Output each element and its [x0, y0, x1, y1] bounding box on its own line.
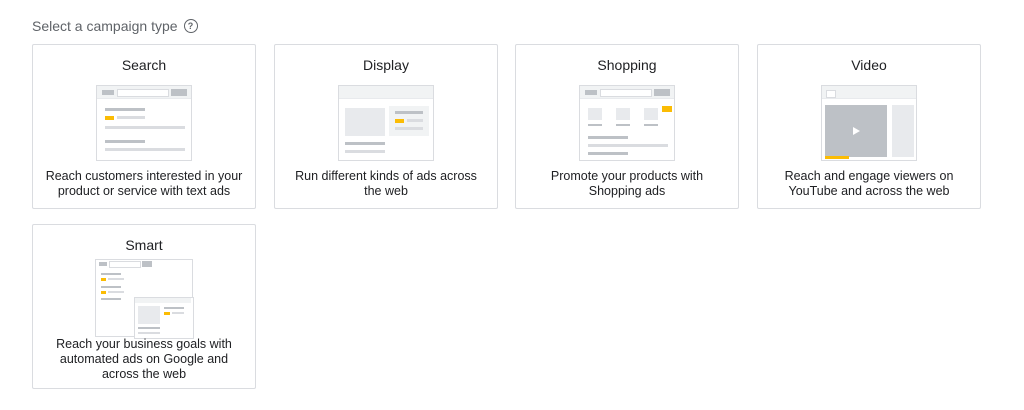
campaign-description: Reach and engage viewers on YouTube and … [784, 169, 954, 198]
campaign-card-search[interactable]: Search Reach customers interested in you… [32, 44, 256, 209]
campaign-title: Display [363, 57, 409, 73]
help-circle-icon[interactable]: ? [183, 19, 198, 33]
campaign-card-display[interactable]: Display Run different kinds of ads acros… [274, 44, 498, 209]
campaign-title: Smart [125, 237, 163, 253]
campaign-title: Search [121, 57, 167, 73]
campaign-description: Reach customers interested in your produ… [45, 169, 243, 198]
campaign-type-label: Select a campaign type [32, 18, 178, 34]
campaign-card-shopping[interactable]: Shopping Promote your products with Shop… [515, 44, 739, 209]
campaign-description: Promote your products with Shopping ads [550, 169, 704, 198]
campaign-title: Video [851, 57, 887, 73]
play-icon [853, 127, 860, 135]
campaign-card-smart[interactable]: Smart Reach your business goals with aut… [32, 224, 256, 389]
campaign-card-video[interactable]: Video Reach and engage viewers on YouTub… [757, 44, 981, 209]
campaign-description: Reach your business goals with automated… [56, 337, 232, 381]
video-ad-illustration [821, 85, 917, 161]
display-ad-illustration [338, 85, 434, 161]
search-ad-illustration [96, 85, 192, 161]
campaign-title: Shopping [597, 57, 657, 73]
smart-ad-illustration [95, 259, 194, 339]
shopping-ad-illustration [579, 85, 675, 161]
campaign-description: Run different kinds of ads across the we… [295, 169, 477, 198]
campaign-type-heading: Select a campaign type ? [32, 18, 198, 34]
